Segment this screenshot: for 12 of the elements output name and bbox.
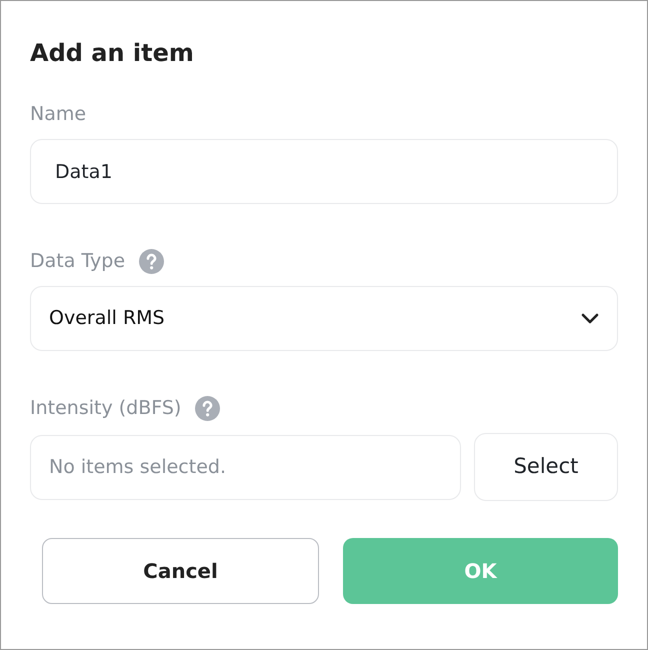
field-label: Intensity (dBFS) — [30, 396, 182, 421]
field-label: Name — [30, 102, 86, 127]
cancel-button[interactable]: Cancel — [42, 538, 319, 604]
field-label: Data Type — [30, 248, 126, 274]
dialog-title: Add an item — [30, 38, 195, 69]
chevron-down-icon — [581, 312, 599, 324]
intensity-field[interactable]: No items selected. — [30, 434, 461, 500]
help-icon[interactable] — [195, 396, 220, 420]
select-button[interactable]: Select — [474, 433, 618, 501]
data-type-dropdown[interactable]: Overall RMS — [30, 286, 618, 351]
name-field[interactable]: Data1 — [30, 139, 618, 204]
help-icon[interactable] — [139, 248, 164, 274]
